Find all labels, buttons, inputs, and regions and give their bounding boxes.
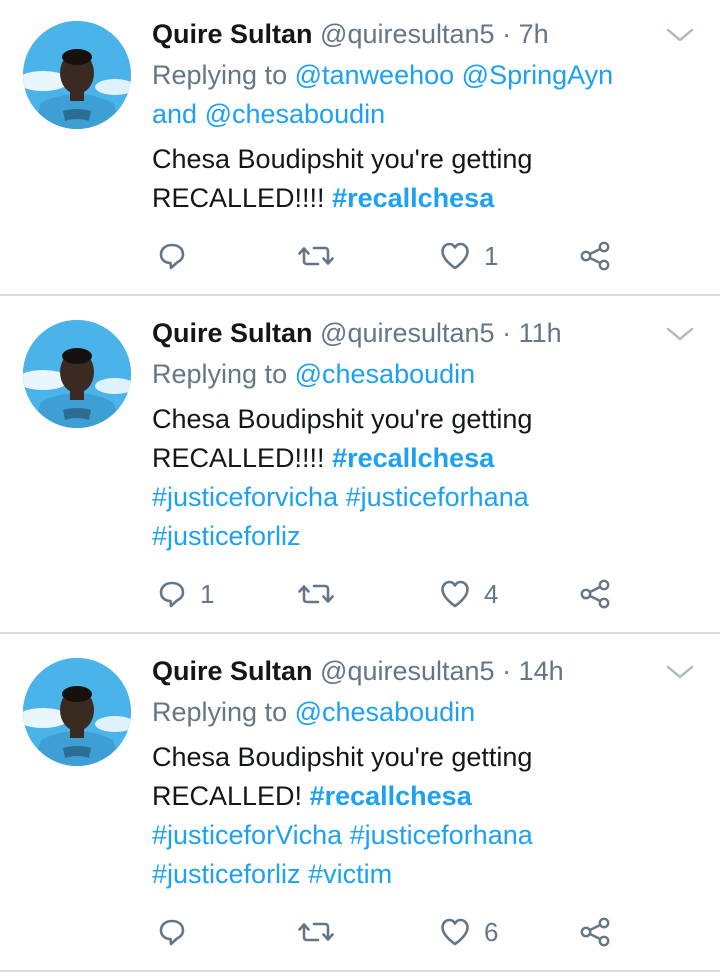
- chevron-down-icon[interactable]: [664, 323, 696, 347]
- like-count: 6: [484, 917, 499, 947]
- tweet-actions: 6: [152, 912, 692, 952]
- mention-link[interactable]: @SpringAyn: [462, 60, 614, 90]
- like-count: 4: [484, 579, 499, 609]
- share-icon: [580, 579, 610, 609]
- hashtag-link[interactable]: #justiceforliz: [152, 859, 301, 889]
- replying-label: Replying to: [152, 359, 288, 389]
- hashtag-link[interactable]: #justiceforvicha: [152, 482, 338, 512]
- tweet-header: Quire Sultan @quiresultan5 · 14h: [152, 653, 564, 689]
- mention-link[interactable]: @tanweehoo: [295, 60, 455, 90]
- mention-link[interactable]: @chesaboudin: [295, 359, 476, 389]
- display-name[interactable]: Quire Sultan: [152, 656, 313, 686]
- retweet-icon: [298, 579, 334, 609]
- tweet-divider: [0, 294, 720, 296]
- share-button[interactable]: [580, 912, 610, 952]
- mention-link[interactable]: @chesaboudin: [205, 99, 386, 129]
- reply-button[interactable]: [158, 236, 200, 276]
- tweet-text-line: RECALLED!!!!: [152, 183, 325, 213]
- like-button[interactable]: 4: [440, 574, 498, 614]
- like-button[interactable]: 1: [440, 236, 498, 276]
- tweet-text: Chesa Boudipshit you're getting RECALLED…: [152, 400, 692, 556]
- like-icon: [440, 241, 470, 271]
- tweet-divider: [0, 632, 720, 634]
- share-icon: [580, 917, 610, 947]
- hashtag-link[interactable]: #justiceforhana: [350, 820, 533, 850]
- display-name[interactable]: Quire Sultan: [152, 318, 313, 348]
- timestamp[interactable]: · 14h: [502, 656, 564, 686]
- tweet-actions: 1: [152, 236, 692, 276]
- retweet-icon: [298, 917, 334, 947]
- mention-link[interactable]: @chesaboudin: [295, 697, 476, 727]
- like-count: 1: [484, 241, 499, 271]
- avatar[interactable]: [23, 658, 131, 766]
- hashtag-link[interactable]: #recallchesa: [310, 781, 472, 811]
- tweet-text-line: Chesa Boudipshit you're getting: [152, 144, 533, 174]
- avatar[interactable]: [23, 320, 131, 428]
- tweet-divider: [0, 970, 720, 972]
- chevron-down-icon[interactable]: [664, 24, 696, 48]
- share-icon: [580, 241, 610, 271]
- tweet-text-line: RECALLED!: [152, 781, 303, 811]
- reply-button[interactable]: [158, 912, 200, 952]
- tweet-text-line: Chesa Boudipshit you're getting: [152, 404, 533, 434]
- hashtag-link[interactable]: #justiceforVicha: [152, 820, 342, 850]
- hashtag-link[interactable]: #justiceforhana: [346, 482, 529, 512]
- tweet-header: Quire Sultan @quiresultan5 · 11h: [152, 315, 562, 351]
- user-handle[interactable]: @quiresultan5: [320, 318, 495, 348]
- tweet-text: Chesa Boudipshit you're getting RECALLED…: [152, 738, 692, 894]
- user-handle[interactable]: @quiresultan5: [320, 19, 495, 49]
- chevron-down-icon[interactable]: [664, 661, 696, 685]
- timestamp[interactable]: · 7h: [502, 19, 549, 49]
- replying-label: Replying to: [152, 697, 288, 727]
- timestamp[interactable]: · 11h: [502, 318, 562, 348]
- hashtag-link[interactable]: #recallchesa: [332, 183, 494, 213]
- tweet-text-line: Chesa Boudipshit you're getting: [152, 742, 533, 772]
- hashtag-link[interactable]: #justiceforliz: [152, 521, 301, 551]
- share-button[interactable]: [580, 574, 610, 614]
- reply-button[interactable]: 1: [158, 574, 214, 614]
- retweet-icon: [298, 241, 334, 271]
- retweet-button[interactable]: [298, 236, 334, 276]
- replying-and: and: [152, 99, 198, 129]
- share-button[interactable]: [580, 236, 610, 276]
- retweet-button[interactable]: [298, 912, 334, 952]
- display-name[interactable]: Quire Sultan: [152, 19, 313, 49]
- hashtag-link[interactable]: #recallchesa: [332, 443, 494, 473]
- reply-icon: [158, 241, 186, 271]
- avatar[interactable]: [23, 21, 131, 129]
- reply-icon: [158, 579, 186, 609]
- replying-to: Replying to @chesaboudin: [152, 693, 692, 732]
- hashtag-link[interactable]: #victim: [308, 859, 392, 889]
- like-button[interactable]: 6: [440, 912, 498, 952]
- user-handle[interactable]: @quiresultan5: [320, 656, 495, 686]
- like-icon: [440, 579, 470, 609]
- tweet-text: Chesa Boudipshit you're getting RECALLED…: [152, 140, 692, 218]
- replying-to: Replying to @chesaboudin: [152, 355, 692, 394]
- retweet-button[interactable]: [298, 574, 334, 614]
- tweet-actions: 1 4: [152, 574, 692, 614]
- replying-to: Replying to @tanweehoo @SpringAyn and @c…: [152, 56, 692, 134]
- tweet-header: Quire Sultan @quiresultan5 · 7h: [152, 16, 549, 52]
- reply-count: 1: [200, 579, 215, 609]
- tweet-text-line: RECALLED!!!!: [152, 443, 325, 473]
- reply-icon: [158, 917, 186, 947]
- replying-label: Replying to: [152, 60, 288, 90]
- like-icon: [440, 917, 470, 947]
